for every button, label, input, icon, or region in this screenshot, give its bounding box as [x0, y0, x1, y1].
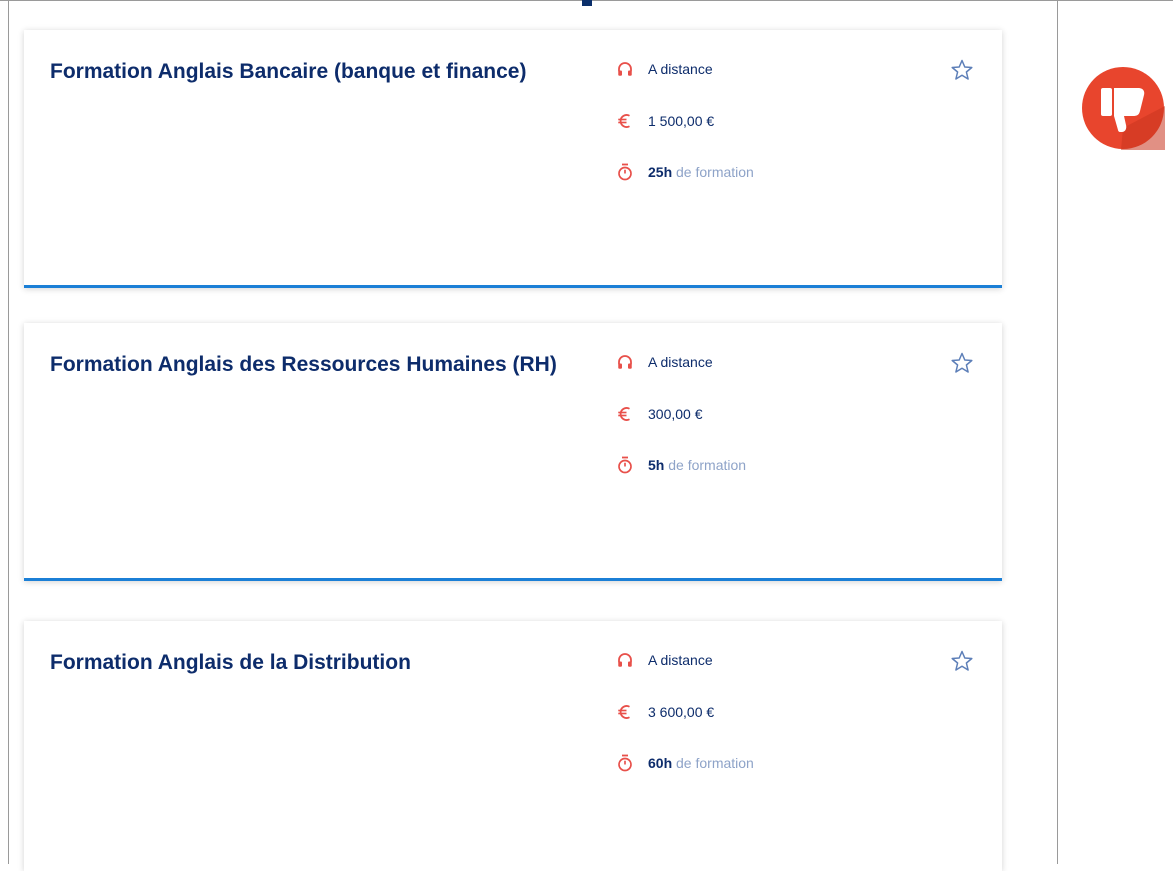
duration-suffix: de formation — [668, 457, 747, 473]
course-title[interactable]: Formation Anglais de la Distribution — [50, 647, 570, 679]
course-title[interactable]: Formation Anglais Bancaire (banque et fi… — [50, 56, 570, 88]
mode-label: A distance — [648, 354, 713, 370]
duration-hours: 5h — [648, 457, 665, 473]
duration-hours: 60h — [648, 755, 673, 771]
duration-suffix: de formation — [676, 755, 754, 771]
course-mode: A distance — [614, 58, 713, 80]
euro-icon — [614, 701, 636, 723]
stopwatch-icon — [614, 752, 636, 774]
stopwatch-icon — [614, 454, 636, 476]
course-title[interactable]: Formation Anglais des Ressources Humaine… — [50, 349, 570, 381]
course-duration: 25h de formation — [614, 161, 754, 183]
euro-icon — [614, 110, 636, 132]
course-price: 3 600,00 € — [614, 701, 714, 723]
headphones-icon — [614, 351, 636, 373]
star-outline-icon[interactable] — [950, 351, 974, 375]
course-price: 300,00 € — [614, 403, 703, 425]
course-mode: A distance — [614, 649, 713, 671]
price-value: 300,00 € — [648, 406, 703, 422]
course-card[interactable]: Formation Anglais de la Distribution A d… — [24, 621, 1002, 871]
duration-hours: 25h — [648, 164, 673, 180]
duration-suffix: de formation — [676, 164, 754, 180]
course-mode: A distance — [614, 351, 713, 373]
price-value: 3 600,00 € — [648, 704, 715, 720]
thumbs-down-icon — [1081, 66, 1165, 150]
column-divider — [1057, 0, 1058, 864]
headphones-icon — [614, 58, 636, 80]
course-duration: 5h de formation — [614, 454, 746, 476]
headphones-icon — [614, 649, 636, 671]
euro-icon — [614, 403, 636, 425]
mode-label: A distance — [648, 61, 713, 77]
frame-left-border — [8, 0, 9, 864]
course-card[interactable]: Formation Anglais des Ressources Humaine… — [24, 323, 1002, 581]
course-duration: 60h de formation — [614, 752, 754, 774]
course-card[interactable]: Formation Anglais Bancaire (banque et fi… — [24, 30, 1002, 288]
course-price: 1 500,00 € — [614, 110, 714, 132]
price-value: 1 500,00 € — [648, 113, 715, 129]
star-outline-icon[interactable] — [950, 649, 974, 673]
mode-label: A distance — [648, 652, 713, 668]
cropped-heading-fragment — [582, 0, 592, 6]
stopwatch-icon — [614, 161, 636, 183]
star-outline-icon[interactable] — [950, 58, 974, 82]
